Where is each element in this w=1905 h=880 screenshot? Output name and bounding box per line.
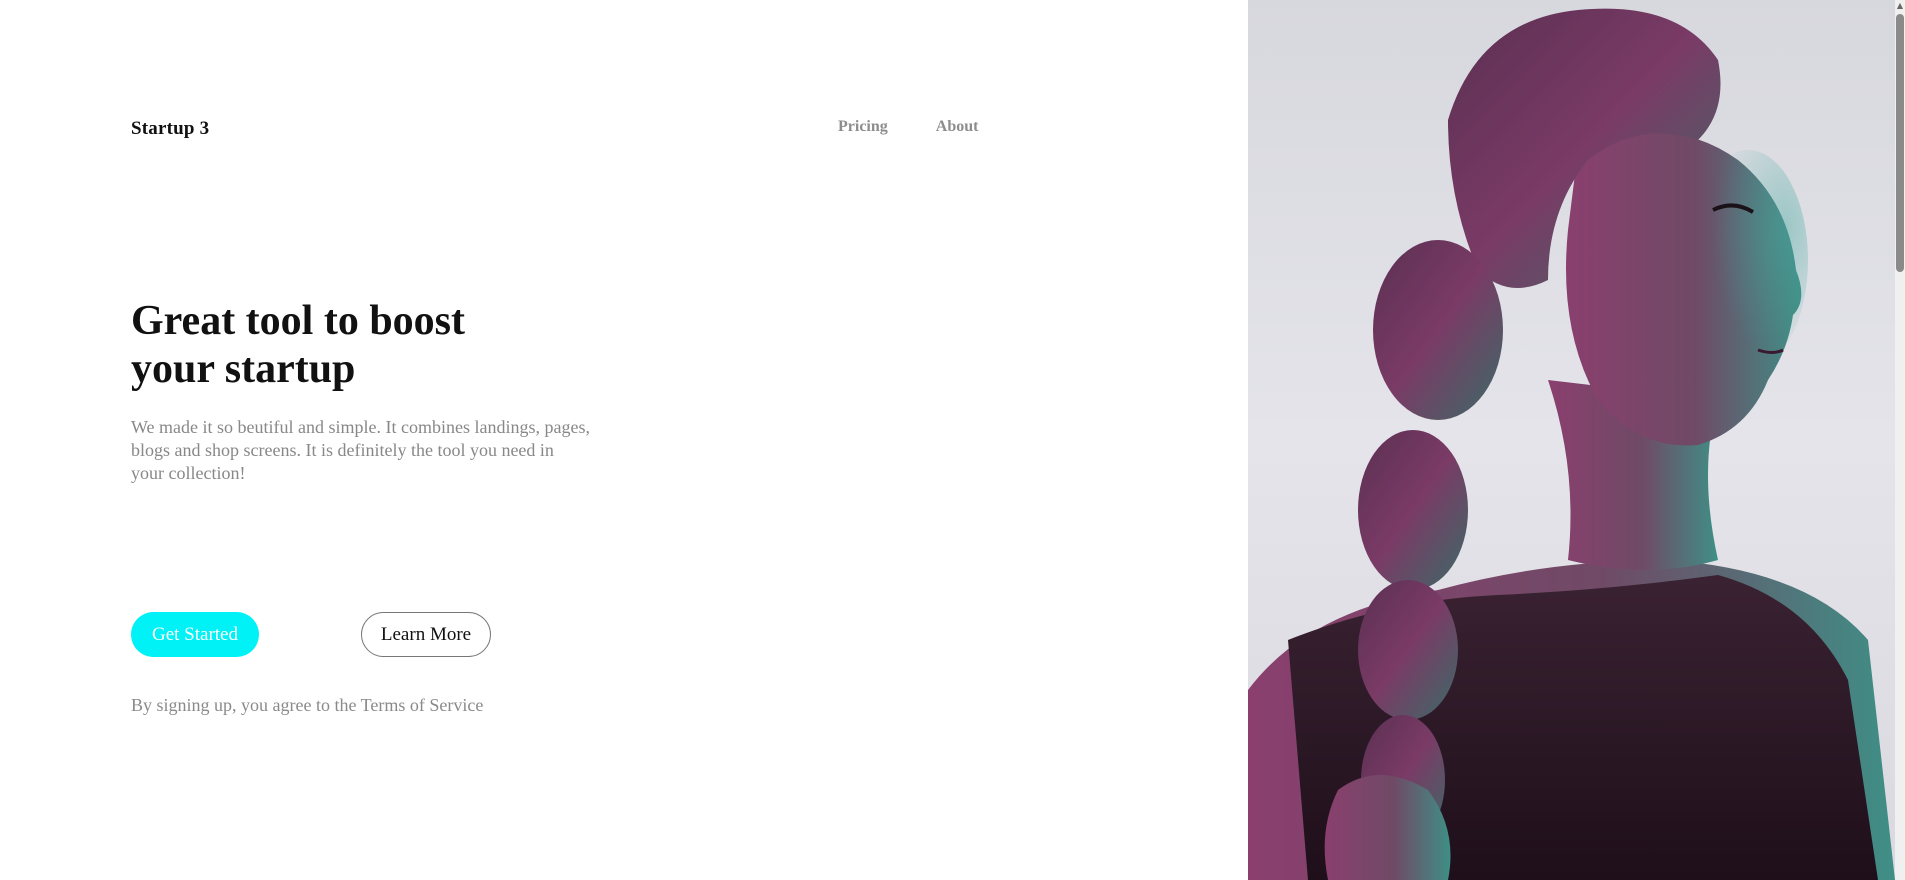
scroll-thumb[interactable] bbox=[1896, 14, 1904, 272]
hero-title: Great tool to boost your startup bbox=[131, 297, 551, 393]
terms-notice: By signing up, you agree to the Terms of… bbox=[131, 695, 483, 716]
brand-logo[interactable]: Startup 3 bbox=[131, 118, 209, 140]
landing-page: Startup 3 Pricing About Great tool to bo… bbox=[0, 0, 1905, 880]
page-scrollbar[interactable]: ▲ bbox=[1895, 0, 1905, 880]
hero-description: We made it so beutiful and simple. It co… bbox=[131, 417, 590, 483]
learn-more-button[interactable]: Learn More bbox=[361, 612, 491, 657]
hero-title-line-1: Great tool to boost bbox=[131, 298, 466, 344]
terms-prefix: By signing up, you agree to the bbox=[131, 695, 361, 715]
hero-title-line-2: your startup bbox=[131, 346, 356, 392]
portrait-illustration bbox=[1248, 8, 1895, 880]
hero-section: Startup 3 Pricing About Great tool to bo… bbox=[0, 0, 1248, 880]
terms-of-service-link[interactable]: Terms of Service bbox=[361, 695, 484, 715]
top-nav: Pricing About bbox=[838, 118, 978, 136]
nav-item-pricing[interactable]: Pricing bbox=[838, 118, 888, 136]
scroll-up-arrow-icon[interactable]: ▲ bbox=[1896, 0, 1904, 12]
hero-image bbox=[1248, 0, 1895, 880]
nav-item-about[interactable]: About bbox=[936, 118, 979, 136]
get-started-button[interactable]: Get Started bbox=[131, 612, 259, 657]
